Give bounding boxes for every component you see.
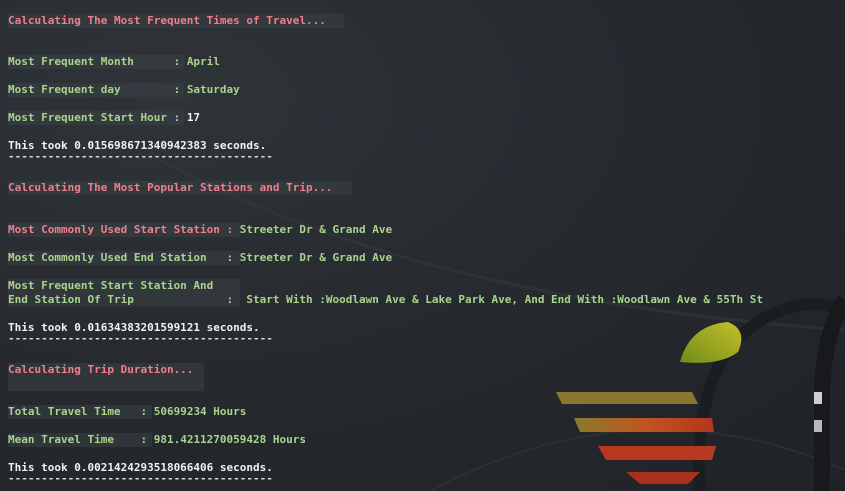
total-travel-label: Total Travel Time : [8,405,154,418]
total-travel-time-row: Total Travel Time : 50699234 Hours [8,405,246,419]
logo-leaf-icon [680,322,742,363]
mean-travel-label: Mean Travel Time : [8,433,154,446]
total-travel-value: 50699234 Hours [153,405,247,418]
start-station-value: Streeter Dr & Grand Ave [239,223,393,236]
wallpaper-mark [814,420,822,432]
end-station-label: Most Commonly Used End Station : [8,251,240,264]
end-station-row: Most Commonly Used End Station : Streete… [8,251,392,265]
trip-label-line-2: End Station Of Trip : [8,293,247,306]
logo-stripe-icon [574,418,714,432]
logo-stripe-icon [598,446,716,460]
start-station-row: Most Commonly Used Start Station : Stree… [8,223,392,237]
day-label: Most Frequent day : [8,83,187,96]
most-frequent-day-row: Most Frequent day : Saturday [8,83,240,97]
end-station-value: Streeter Dr & Grand Ave [239,251,393,264]
section-heading-stations: Calculating The Most Popular Stations an… [8,181,333,194]
separator: ---------------------------------------- [8,150,273,163]
separator: ---------------------------------------- [8,332,273,345]
most-frequent-hour-row: Most Frequent Start Hour : 17 [8,111,200,125]
day-value: Saturday [186,83,240,96]
section-heading-duration: Calculating Trip Duration... [8,363,194,376]
month-label: Most Frequent Month : [8,55,187,68]
wallpaper-mark [814,392,822,404]
frequent-trip-row: End Station Of Trip : Start With :Woodla… [8,293,763,307]
section-heading-times: Calculating The Most Frequent Times of T… [8,14,326,27]
trip-value: Start With :Woodlawn Ave & Lake Park Ave… [246,293,763,306]
logo-stripe-icon [556,392,698,404]
mean-travel-time-row: Mean Travel Time : 981.4211270059428 Hou… [8,433,306,447]
most-frequent-month-row: Most Frequent Month : April [8,55,220,69]
separator: ---------------------------------------- [8,472,273,485]
month-value: April [186,55,220,68]
start-station-label: Most Commonly Used Start Station : [8,223,240,236]
mean-travel-value: 981.4211270059428 Hours [153,433,307,446]
hour-label: Most Frequent Start Hour : [8,111,187,124]
logo-stripe-icon [626,472,700,484]
hour-value: 17 [186,111,201,124]
trip-label-line-1: Most Frequent Start Station And [8,279,214,292]
